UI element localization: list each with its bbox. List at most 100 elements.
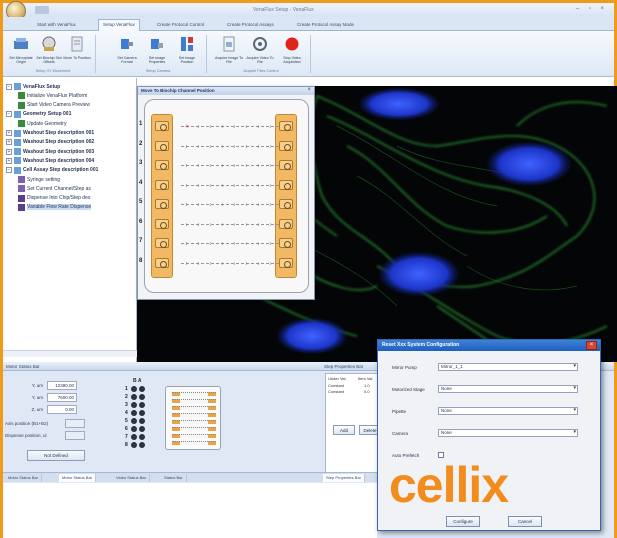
channel-port-icon[interactable] (155, 160, 169, 170)
channel-port-icon[interactable] (155, 199, 169, 209)
position-marker-icon[interactable]: ↕ (245, 261, 248, 267)
position-marker-icon[interactable]: ↕ (269, 202, 272, 208)
position-marker-icon[interactable]: ↕ (197, 183, 200, 189)
channel-lane[interactable]: ↕ ↕ ↕ ↕ ↕ ↕ ↕ ↕ (181, 261, 279, 267)
expand-icon[interactable]: + (6, 148, 12, 155)
position-marker-icon[interactable]: ↕ (257, 202, 260, 208)
tree-node[interactable]: − Cell Assay Step description 001 (6, 166, 98, 175)
channel-select-dot[interactable] (131, 426, 137, 432)
tab-create-protocol-assays[interactable]: Create Protocol Assays (223, 20, 278, 30)
position-marker-icon[interactable]: ↕ (245, 124, 248, 130)
tab-step-properties-bar[interactable]: Step Properties Bar (323, 474, 365, 482)
channel-select-dot[interactable] (139, 402, 145, 408)
z-position-value[interactable]: 0.00 (47, 404, 77, 414)
position-marker-icon[interactable]: ✳ (185, 124, 189, 130)
stop-video-acquisition-button[interactable]: Stop Video Acquisition (278, 35, 306, 69)
add-button[interactable]: Add (333, 425, 355, 435)
position-marker-icon[interactable]: ↕ (197, 163, 200, 169)
position-marker-icon[interactable]: ↕ (257, 222, 260, 228)
tree-node[interactable]: − VenaFlux Setup (6, 82, 60, 91)
channel-port-icon[interactable] (155, 218, 169, 229)
position-marker-icon[interactable]: ↕ (245, 241, 248, 247)
position-marker-icon[interactable]: ↕ (257, 124, 260, 130)
tab-setup-venaflux[interactable]: Setup VenaFlux (98, 19, 140, 31)
move-to-position-button[interactable]: Move To Position (63, 35, 91, 69)
tree-node[interactable]: Variable Flow Rate Dispense (18, 203, 92, 212)
position-marker-icon[interactable]: ↕ (209, 124, 212, 130)
position-marker-icon[interactable]: ↕ (245, 202, 248, 208)
channel-lane[interactable]: ↕ ↕ ↕ ↕ ↕ ↕ ↕ ↕ (181, 241, 279, 247)
position-marker-icon[interactable]: ↕ (197, 222, 200, 228)
expand-icon[interactable]: + (6, 139, 12, 146)
channel-select-dot[interactable] (139, 434, 145, 440)
position-marker-icon[interactable]: ↕ (209, 183, 212, 189)
channel-lane[interactable]: ↕ ↕ ↕ ↕ ↕ ↕ ↕ ↕ (181, 144, 279, 150)
channel-select-dot[interactable] (131, 434, 137, 440)
quick-access-toolbar[interactable] (35, 6, 49, 14)
channel-select-dot[interactable] (131, 418, 137, 424)
position-marker-icon[interactable]: ↕ (233, 183, 236, 189)
channel-port-icon[interactable] (279, 199, 293, 209)
x-position-value[interactable]: 12380.00 (47, 380, 77, 390)
channel-select-dot[interactable] (131, 394, 137, 400)
channel-select-dot[interactable] (139, 418, 145, 424)
tab-video-status-bar[interactable]: Video Status Bar (113, 474, 150, 482)
tree-node[interactable]: + Washout Step description 001 (6, 129, 94, 138)
channel-select-dot[interactable] (131, 410, 137, 416)
tab-status-bar[interactable]: Status Bar (161, 474, 187, 482)
position-marker-icon[interactable]: ↕ (269, 144, 272, 150)
position-marker-icon[interactable]: ↕ (185, 202, 188, 208)
position-marker-icon[interactable]: ↕ (233, 261, 236, 267)
channel-select-dot[interactable] (139, 426, 145, 432)
set-biochip-slot-offsets-button[interactable]: Set Biochip Slot Offsets (35, 35, 63, 69)
channel-port-icon[interactable] (279, 218, 293, 229)
position-marker-icon[interactable]: ↕ (185, 163, 188, 169)
tree-node[interactable]: Set Current Channel/Step as (18, 184, 91, 193)
position-marker-icon[interactable]: ↕ (221, 222, 224, 228)
window-controls[interactable]: – ▫ × (576, 6, 608, 12)
channel-lane[interactable]: ↕ ↕ ↕ ↕ ↕ ↕ ↕ ↕ (181, 222, 279, 228)
position-marker-icon[interactable]: ↕ (197, 241, 200, 247)
position-marker-icon[interactable]: ↕ (269, 163, 272, 169)
tab-create-protocol-assay-mode[interactable]: Create Protocol Assay Mode (293, 20, 358, 30)
channel-select-dot[interactable] (139, 410, 145, 416)
position-marker-icon[interactable]: ↕ (233, 163, 236, 169)
tree-node[interactable]: Start Video Camera Preview (18, 101, 90, 110)
expand-icon[interactable]: + (6, 157, 12, 164)
channel-lane[interactable]: ✳ ↕ ↕ ↕ ↕ ↕ ↕ ↕ (181, 124, 279, 130)
tree-node[interactable]: Dispense Into Chip/Step des (18, 194, 90, 203)
close-icon[interactable]: × (586, 341, 597, 350)
position-marker-icon[interactable]: ↕ (245, 163, 248, 169)
position-marker-icon[interactable]: ↕ (245, 222, 248, 228)
tab-create-protocol-control[interactable]: Create Protocol Control (153, 20, 208, 30)
channel-port-icon[interactable] (279, 140, 293, 151)
position-marker-icon[interactable]: ↕ (233, 144, 236, 150)
channel-port-icon[interactable] (279, 238, 293, 248)
expand-icon[interactable]: + (6, 130, 12, 136)
position-marker-icon[interactable]: ↕ (197, 202, 200, 208)
position-marker-icon[interactable]: ↕ (221, 144, 224, 150)
channel-lane[interactable]: ↕ ↕ ↕ ↕ ↕ ↕ ↕ ↕ (181, 202, 279, 208)
position-marker-icon[interactable]: ↕ (257, 183, 260, 189)
position-marker-icon[interactable]: ↕ (197, 144, 200, 150)
position-marker-icon[interactable]: ↕ (185, 144, 188, 150)
position-marker-icon[interactable]: ↕ (185, 241, 188, 247)
position-marker-icon[interactable]: ↕ (257, 261, 260, 267)
channel-select-dot[interactable] (131, 442, 137, 448)
channel-select-dot[interactable] (131, 386, 137, 392)
channel-selector-grid[interactable]: 1 2 3 4 5 6 7 8 (125, 386, 153, 450)
tree-node[interactable]: Initialize VenaFlux Platform (18, 91, 87, 100)
position-marker-icon[interactable]: ↕ (209, 163, 212, 169)
acquire-image-to-file-button[interactable]: Acquire Image To File (215, 35, 243, 69)
tab-motor-status-bar-2[interactable]: Motor Status Bar (59, 474, 97, 482)
tree-node[interactable]: + Washout Step description 004 (6, 156, 94, 165)
position-marker-icon[interactable]: ↕ (209, 241, 212, 247)
set-image-position-button[interactable]: Set Image Position (173, 35, 201, 69)
tree-node[interactable]: − Geometry Setup 001 (6, 110, 71, 119)
set-camera-format-button[interactable]: Set Camera Format (113, 35, 141, 69)
channel-lane[interactable]: ↕ ↕ ↕ ↕ ↕ ↕ ↕ ↕ (181, 183, 279, 189)
position-marker-icon[interactable]: ↕ (209, 261, 212, 267)
tree-node[interactable]: + Washout Step description 003 (6, 147, 94, 156)
position-marker-icon[interactable]: ↕ (269, 222, 272, 228)
position-marker-icon[interactable]: ↕ (185, 222, 188, 228)
